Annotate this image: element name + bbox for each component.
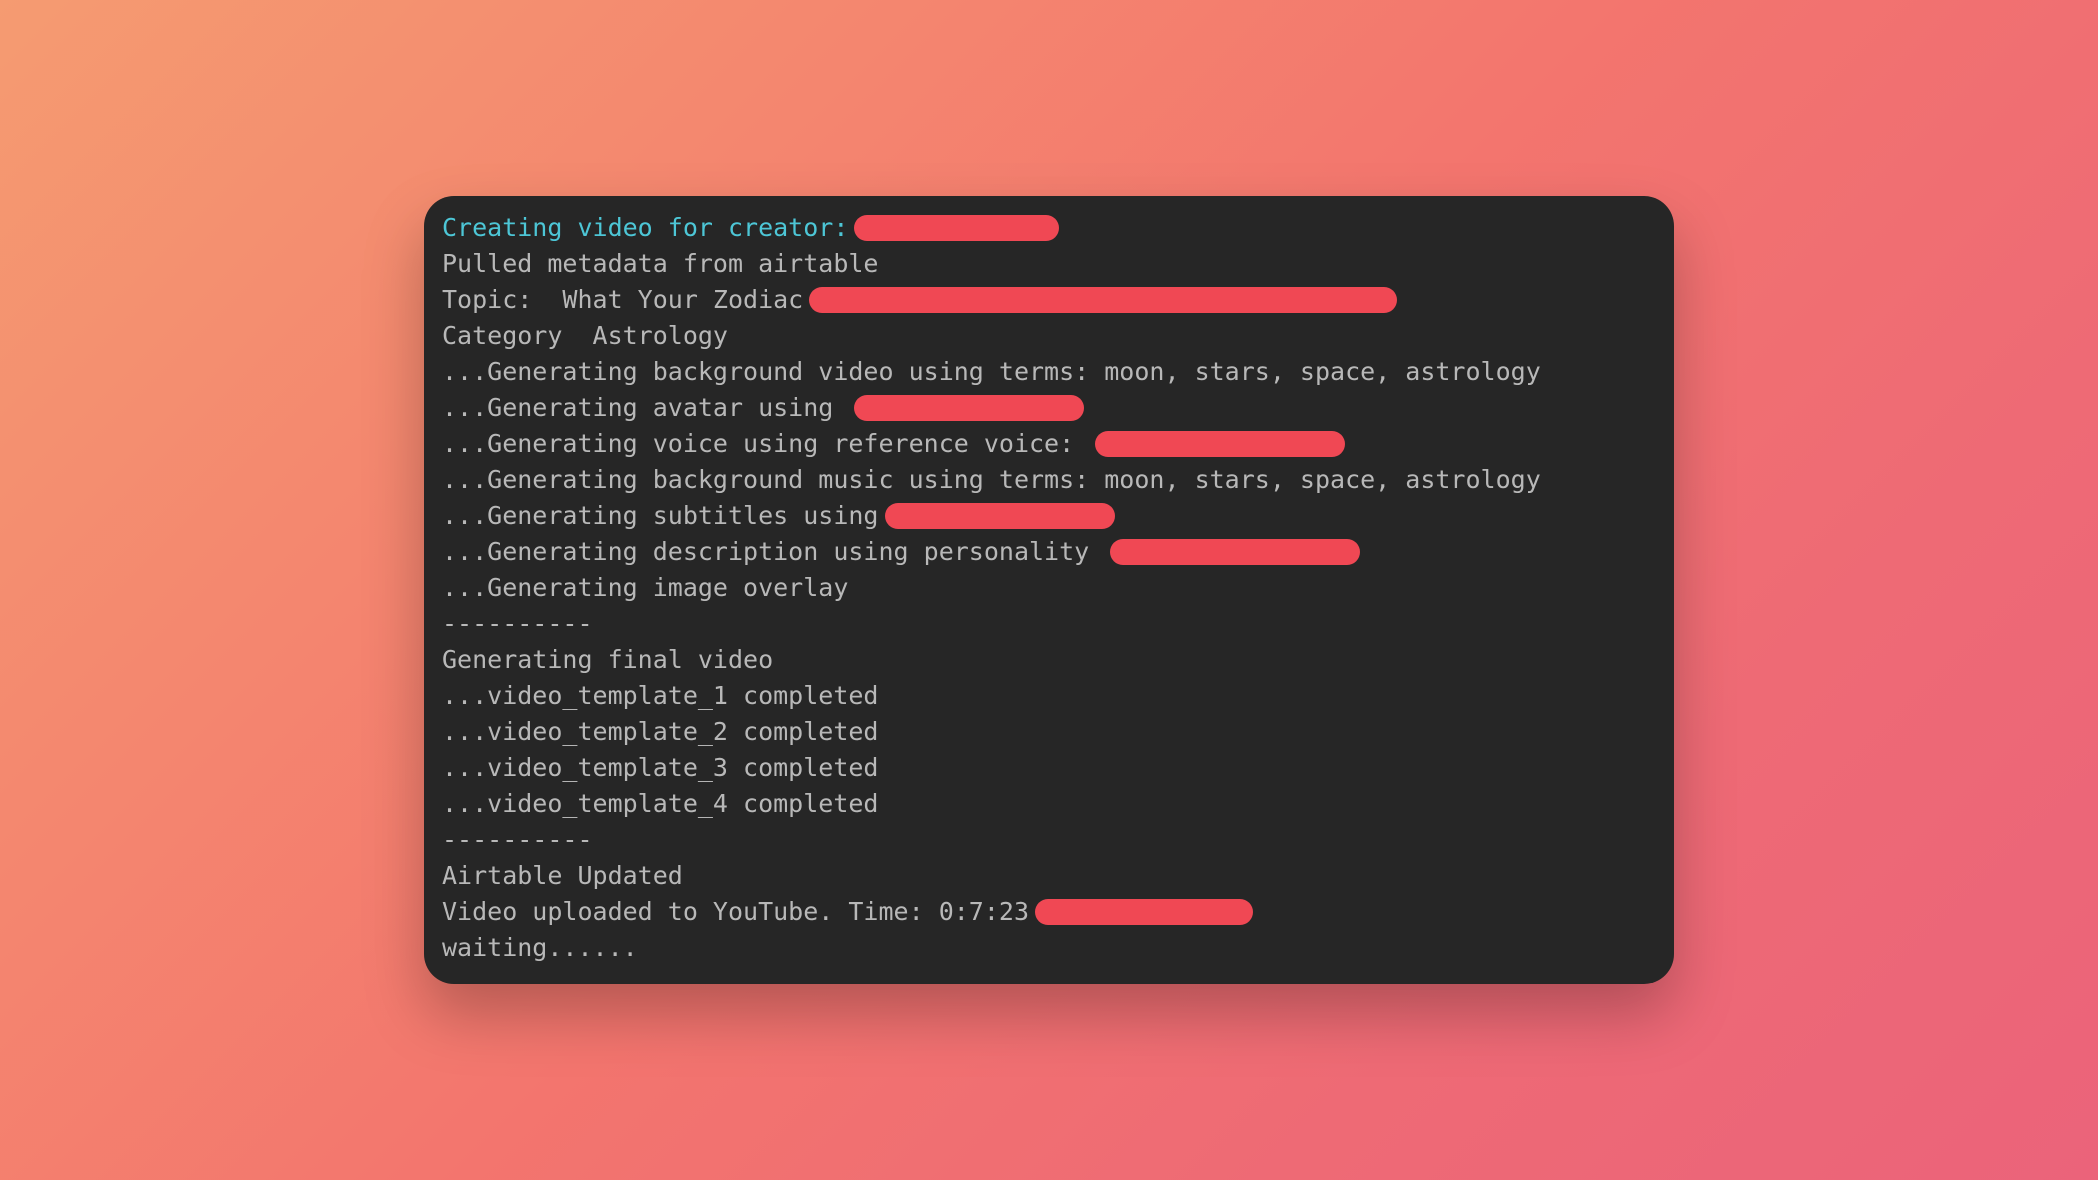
- terminal-text: waiting......: [442, 930, 638, 966]
- terminal-line: Topic: What Your Zodiac: [442, 282, 1656, 318]
- redaction-bar: [1095, 431, 1345, 457]
- terminal-line: waiting......: [442, 930, 1656, 966]
- terminal-text: Video uploaded to YouTube. Time: 0:7:23: [442, 894, 1029, 930]
- redaction-bar: [854, 215, 1059, 241]
- redaction-bar: [885, 503, 1115, 529]
- terminal-line: ...Generating avatar using: [442, 390, 1656, 426]
- terminal-line: Category Astrology: [442, 318, 1656, 354]
- terminal-line: Creating video for creator:: [442, 210, 1656, 246]
- terminal-line: ----------: [442, 606, 1656, 642]
- terminal-line: ----------: [442, 822, 1656, 858]
- terminal-text: ----------: [442, 606, 593, 642]
- terminal-text: ...Generating avatar using: [442, 390, 848, 426]
- terminal-text: ...Generating description using personal…: [442, 534, 1104, 570]
- redaction-bar: [1110, 539, 1360, 565]
- terminal-line: ...video_template_1 completed: [442, 678, 1656, 714]
- terminal-line: Pulled metadata from airtable: [442, 246, 1656, 282]
- terminal-text: ...video_template_2 completed: [442, 714, 879, 750]
- terminal-text: ...Generating voice using reference voic…: [442, 426, 1089, 462]
- redaction-bar: [854, 395, 1084, 421]
- redaction-bar: [809, 287, 1397, 313]
- terminal-text: Topic: What Your Zodiac: [442, 282, 803, 318]
- terminal-line: ...Generating background video using ter…: [442, 354, 1656, 390]
- terminal-text: Generating final video: [442, 642, 773, 678]
- terminal-line: ...video_template_3 completed: [442, 750, 1656, 786]
- terminal-text: ...video_template_3 completed: [442, 750, 879, 786]
- terminal-text: ...video_template_4 completed: [442, 786, 879, 822]
- terminal-text: ...Generating background video using ter…: [442, 354, 1541, 390]
- terminal-text: ...Generating background music using ter…: [442, 462, 1541, 498]
- terminal-window: Creating video for creator:Pulled metada…: [424, 196, 1674, 984]
- terminal-output: Creating video for creator:Pulled metada…: [442, 210, 1656, 966]
- terminal-text: ----------: [442, 822, 593, 858]
- terminal-line: ...Generating voice using reference voic…: [442, 426, 1656, 462]
- terminal-line: ...video_template_2 completed: [442, 714, 1656, 750]
- terminal-text: ...Generating image overlay: [442, 570, 848, 606]
- terminal-line: ...video_template_4 completed: [442, 786, 1656, 822]
- terminal-line: Video uploaded to YouTube. Time: 0:7:23: [442, 894, 1656, 930]
- terminal-text: ...video_template_1 completed: [442, 678, 879, 714]
- terminal-line: ...Generating subtitles using: [442, 498, 1656, 534]
- terminal-line: ...Generating image overlay: [442, 570, 1656, 606]
- terminal-line: Airtable Updated: [442, 858, 1656, 894]
- terminal-text: Pulled metadata from airtable: [442, 246, 879, 282]
- terminal-text: Creating video for creator:: [442, 210, 848, 246]
- redaction-bar: [1035, 899, 1253, 925]
- terminal-line: Generating final video: [442, 642, 1656, 678]
- terminal-line: ...Generating background music using ter…: [442, 462, 1656, 498]
- terminal-text: ...Generating subtitles using: [442, 498, 879, 534]
- terminal-text: Category Astrology: [442, 318, 728, 354]
- terminal-text: Airtable Updated: [442, 858, 683, 894]
- terminal-line: ...Generating description using personal…: [442, 534, 1656, 570]
